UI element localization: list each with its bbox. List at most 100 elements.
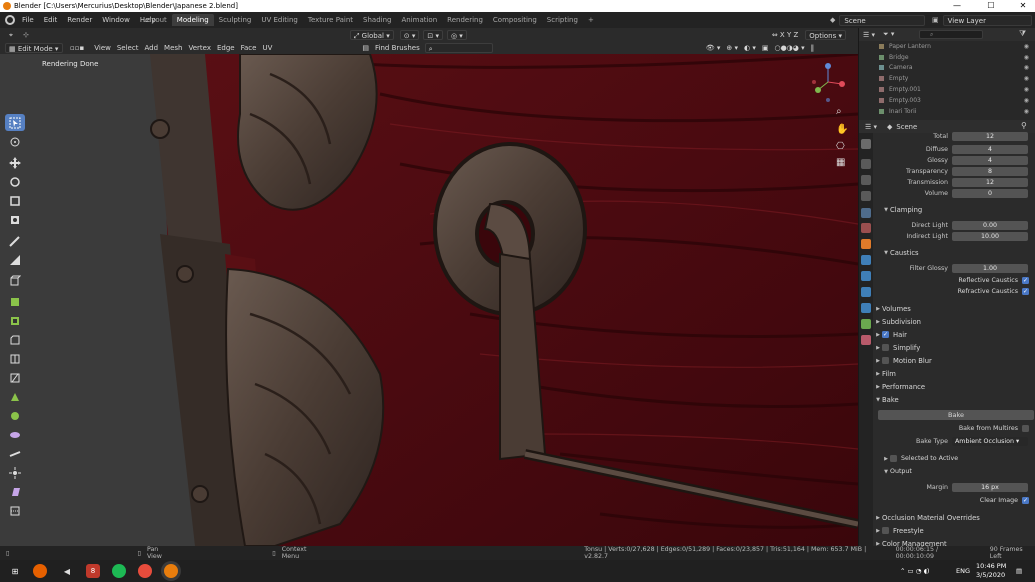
hair-checkbox[interactable]: ✓ [882,331,889,338]
tab-scripting[interactable]: Scripting [542,14,583,26]
refractive-caustics-checkbox[interactable]: ✓ [1022,287,1029,295]
xray-toggle[interactable]: ▣ [759,43,772,53]
measure-tool-icon[interactable] [5,251,25,268]
menu-add[interactable]: Add [141,43,161,53]
transform-orientation-dropdown[interactable]: ⤢ Global ▾ [349,29,394,40]
transform-tool-icon[interactable] [5,211,25,228]
menu-view[interactable]: View [91,43,114,53]
output-section-header[interactable]: ▼ Output [882,466,1035,477]
visibility-eye-icon[interactable]: ◉ [1024,43,1029,50]
constraints-tab-icon[interactable] [861,303,871,313]
tab-uv-editing[interactable]: UV Editing [256,14,303,26]
bevel-tool-icon[interactable] [5,331,25,348]
shear-tool-icon[interactable] [5,483,25,500]
clock-time[interactable]: 10:46 PM [976,562,1006,570]
clamping-section-header[interactable]: ▼ Clamping [882,204,1035,215]
selected-to-active-checkbox[interactable] [890,455,897,462]
menu-mesh[interactable]: Mesh [161,43,185,53]
snap-toggle[interactable]: ⊡ ▾ [423,29,443,40]
outliner-filter-funnel-icon[interactable]: ⧩ [1019,29,1026,39]
hair-panel-header[interactable]: ▶ ✓ Hair [874,329,1035,340]
bake-type-dropdown[interactable]: Ambient Occlusion ▾ [952,436,1028,446]
smooth-tool-icon[interactable] [5,426,25,443]
edge-slide-tool-icon[interactable] [5,445,25,462]
proportional-edit-toggle[interactable]: ◎ ▾ [446,29,467,40]
bake-panel-header[interactable]: ▼ Bake [874,394,1035,405]
menu-file[interactable]: File [17,16,39,24]
outliner-item[interactable]: Bridge ◉ [859,52,1035,63]
add-cube-tool-icon[interactable] [5,272,25,289]
outliner-item[interactable]: Paper Lantern ◉ [859,41,1035,52]
media-app-icon[interactable]: ◀ [60,564,74,578]
property-value-field[interactable]: 0 [952,188,1028,198]
toggle-sidebar-icon[interactable]: ‖ [808,43,818,53]
view-layer-selector[interactable]: ▣ View Layer [932,14,1032,26]
selected-to-active-header[interactable]: ▶ Selected to Active [882,453,1035,464]
property-value-field[interactable]: 8 [952,166,1028,176]
view-object-types-icon[interactable]: 👁 ▾ [703,43,724,53]
gizmo-z-icon[interactable] [825,63,831,69]
tab-sculpting[interactable]: Sculpting [214,14,257,26]
physics-tab-icon[interactable] [861,287,871,297]
add-workspace-button[interactable]: + [583,14,599,26]
pivot-point-dropdown[interactable]: ⊙ ▾ [399,29,420,40]
brush-search-input[interactable]: ⌕ [424,42,493,53]
rotate-tool-icon[interactable] [5,173,25,190]
perspective-toggle-icon[interactable]: ▦ [836,157,848,169]
tab-shading[interactable]: Shading [358,14,396,26]
pin-icon[interactable]: ⚲ [1021,121,1027,130]
windows-start-icon[interactable]: ⊞ [8,564,22,578]
modifier-tab-icon[interactable] [861,255,871,265]
select-mode-buttons[interactable]: ▫▫▪ [67,43,87,53]
scene-selector[interactable]: ◆ Scene [830,14,925,26]
minimize-button[interactable]: — [946,0,968,12]
cursor-tool-icon[interactable] [5,133,25,150]
maximize-button[interactable]: ☐ [980,0,1002,12]
bake-button[interactable]: Bake [878,410,1034,420]
refractive-caustics-row[interactable]: Refractive Caustics ✓ [874,286,1035,297]
outliner-item[interactable]: Empty.001 ◉ [859,84,1035,95]
property-value-field[interactable]: 12 [952,177,1028,187]
tool-tab-icon[interactable] [861,139,871,149]
filter-glossy-field[interactable]: 1.00 [952,263,1028,273]
select-box-tool-icon[interactable] [5,114,25,131]
indirect-light-field[interactable]: 10.00 [952,231,1028,241]
particles-tab-icon[interactable] [861,271,871,281]
clock-date[interactable]: 3/5/2020 [976,571,1005,579]
clear-image-checkbox[interactable]: ✓ [1022,496,1029,504]
red-app-icon[interactable]: 8 [86,564,100,578]
rip-region-tool-icon[interactable] [5,502,25,519]
language-indicator[interactable]: ENG [956,567,970,575]
visibility-eye-icon[interactable]: ◉ [1024,97,1029,104]
shrink-fatten-tool-icon[interactable] [5,464,25,481]
freestyle-panel-header[interactable]: ▶ Freestyle [874,525,1035,536]
property-value-field[interactable]: 12 [952,131,1028,141]
caustics-section-header[interactable]: ▼ Caustics [882,247,1035,258]
notification-icon[interactable]: ▤ [1016,567,1022,575]
outliner-filter-icon[interactable]: ⏷ ▾ [883,30,894,39]
motion-blur-panel-header[interactable]: ▶ Motion Blur [874,355,1035,366]
tab-layout[interactable]: Layout [138,14,172,26]
spin-tool-icon[interactable] [5,407,25,424]
margin-field[interactable]: 16 px [952,482,1028,492]
reflective-caustics-row[interactable]: Reflective Caustics ✓ [874,275,1035,286]
tab-modeling[interactable]: Modeling [171,14,214,26]
object-tab-icon[interactable] [861,239,871,249]
outliner-item[interactable]: Empty ◉ [859,73,1035,84]
tray-icons[interactable]: ⌃ ▭ ◔ ◖) [900,567,929,575]
spotify-icon[interactable] [112,564,126,578]
direct-light-field[interactable]: 0.00 [952,220,1028,230]
menu-edge[interactable]: Edge [214,43,238,53]
visibility-eye-icon[interactable]: ◉ [1024,64,1029,71]
firefox-icon[interactable] [33,564,47,578]
camera-view-icon[interactable]: ⎔ [836,141,848,153]
bake-from-multires-row[interactable]: Bake from Multires [874,423,1035,434]
menu-edit[interactable]: Edit [39,16,63,24]
extrude-tool-icon[interactable] [5,293,25,310]
menu-select[interactable]: Select [114,43,142,53]
property-value-field[interactable]: 4 [952,144,1028,154]
tab-rendering[interactable]: Rendering [442,14,488,26]
view-layer-name-field[interactable]: View Layer [942,14,1032,26]
scene-name-field[interactable]: Scene [839,14,925,26]
menu-face[interactable]: Face [238,43,260,53]
